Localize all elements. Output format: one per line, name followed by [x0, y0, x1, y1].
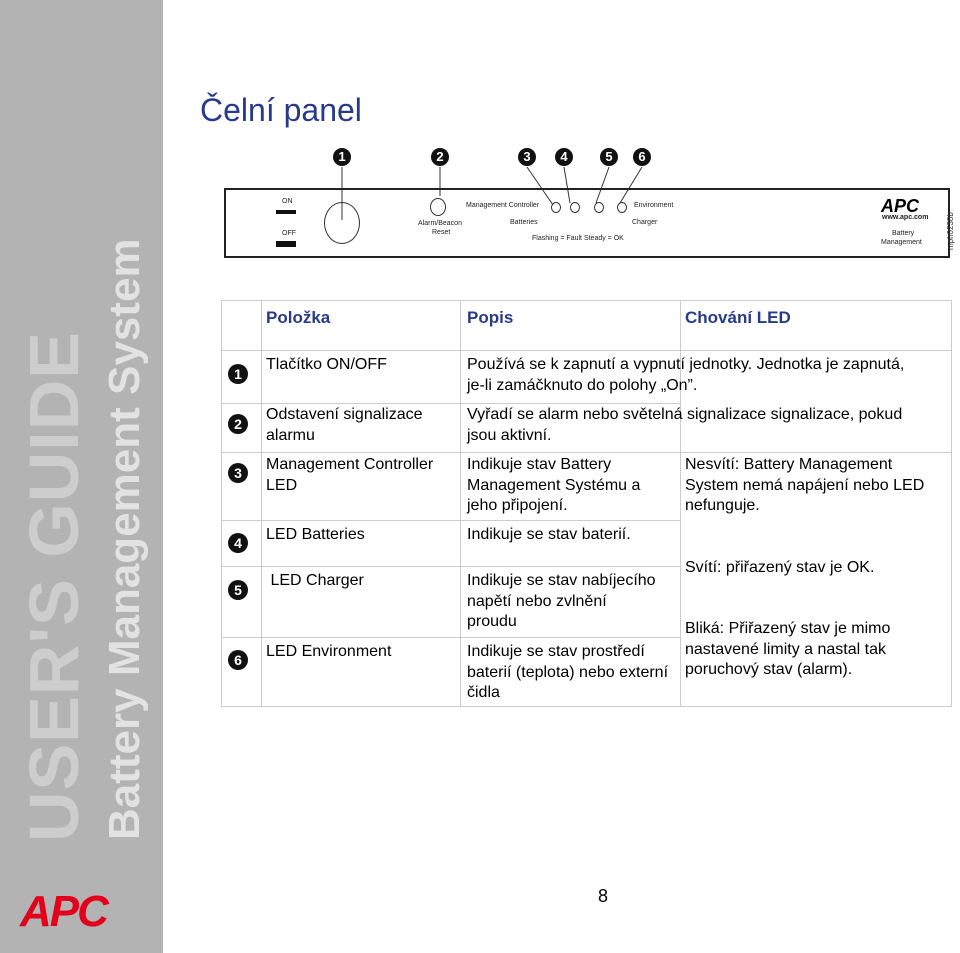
power-button: [324, 202, 360, 244]
row-description: Používá se k zapnutí a vypnutí jednotky.…: [467, 356, 905, 394]
charger-label: Charger: [632, 219, 658, 226]
batteries-led: [570, 202, 580, 213]
row-number-6: 6: [228, 650, 248, 670]
led-off-behavior: Nesvítí: Battery Management System nemá …: [685, 456, 925, 514]
row-description: Indikuje se stav prostředí baterií (tepl…: [467, 643, 669, 701]
row-description: Vyřadí se alarm nebo světelná signalizac…: [467, 406, 903, 444]
sidebar-guide-text: USER'S GUIDE: [15, 331, 93, 842]
row-item: LED Environment: [266, 643, 392, 660]
led-legend: Flashing = Fault Steady = OK: [532, 235, 624, 242]
front-panel: ON OFF Alarm/Beacon Reset Management Con…: [224, 188, 950, 258]
header-item: Položka: [266, 308, 331, 327]
mgmt-led: [551, 202, 561, 213]
row-item: LED Charger: [266, 572, 364, 589]
mgmt-label: Management Controller: [466, 202, 540, 209]
sidebar-product-text: Battery Management System: [100, 238, 149, 840]
panel-url: www.apc.com: [882, 214, 929, 221]
on-label: ON: [282, 198, 293, 205]
diagram-code: mph0238b: [946, 212, 955, 250]
row-item: Management Controller LED: [266, 456, 434, 494]
environment-led: [617, 202, 627, 213]
row-item: Tlačítko ON/OFF: [266, 356, 387, 373]
row-number-2: 2: [228, 414, 248, 434]
row-number-1: 1: [228, 364, 248, 384]
panel-product-1: Battery: [892, 230, 915, 237]
row-number-3: 3: [228, 463, 248, 483]
header-led-behavior: Chování LED: [685, 308, 791, 327]
row-number-4: 4: [228, 533, 248, 553]
on-indicator: [276, 210, 296, 214]
off-indicator: [276, 241, 296, 247]
row-item: LED Batteries: [266, 526, 365, 543]
charger-led: [594, 202, 604, 213]
off-label: OFF: [282, 230, 296, 237]
row-description: Indikuje se stav nabíjecího napětí nebo …: [467, 572, 656, 630]
row-description: Indikuje se stav baterií.: [467, 526, 631, 543]
alarm-reset-button: [430, 198, 446, 216]
row-number-5: 5: [228, 580, 248, 600]
environment-label: Environment: [634, 202, 674, 209]
row-description: Indikuje stav Battery Management Systému…: [467, 456, 641, 514]
led-steady-behavior: Svítí: přiřazený stav je OK.: [685, 559, 875, 576]
apc-logo: APC: [20, 887, 109, 936]
alarm-label: Alarm/Beacon: [418, 220, 462, 227]
led-flashing-behavior: Bliká: Přiřazený stav je mimo nastavené …: [685, 620, 891, 678]
batteries-label: Batteries: [510, 219, 538, 226]
reset-label: Reset: [432, 229, 451, 236]
panel-product-2: Management: [881, 239, 922, 246]
row-item: Odstavení signalizace alarmu: [266, 406, 423, 444]
header-description: Popis: [467, 308, 514, 327]
page-number: 8: [598, 886, 609, 906]
